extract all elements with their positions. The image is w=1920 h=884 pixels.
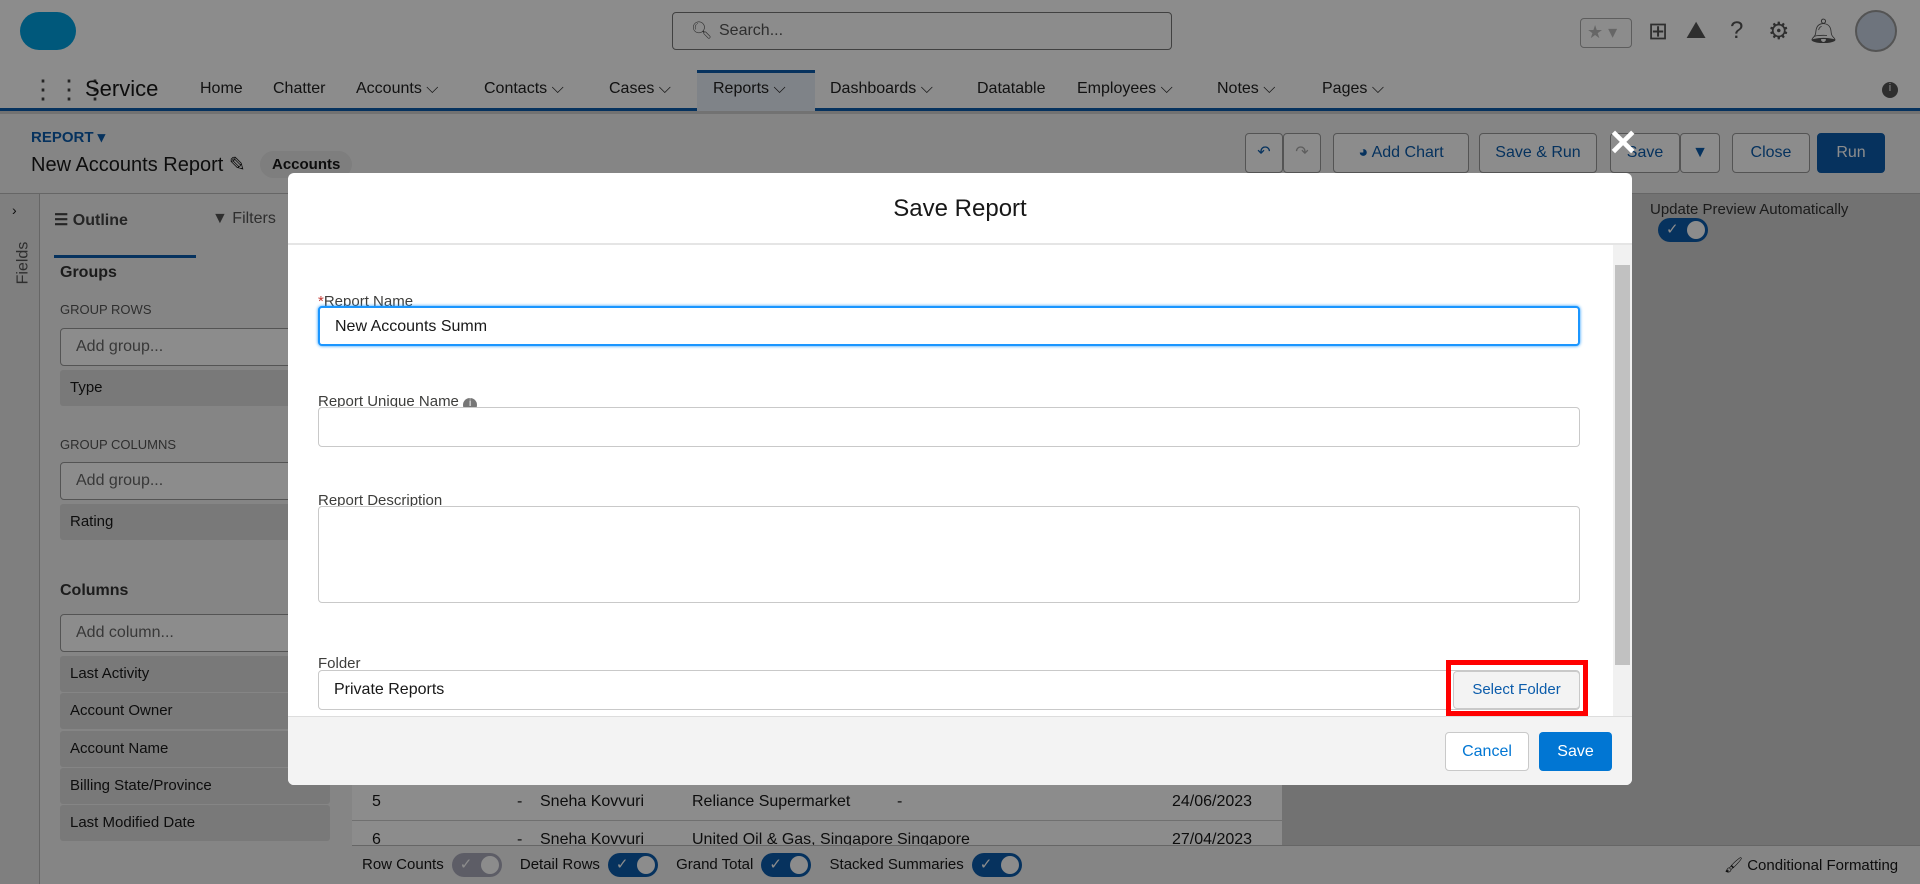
report-description-textarea[interactable]	[318, 506, 1580, 603]
modal-body: *Report Name New Accounts Summ Report Un…	[288, 245, 1632, 716]
modal-scrollbar[interactable]	[1613, 245, 1632, 716]
modal-title: Save Report	[288, 173, 1632, 245]
report-name-input[interactable]: New Accounts Summ	[318, 306, 1580, 346]
save-report-modal: Save Report *Report Name New Accounts Su…	[288, 173, 1632, 785]
report-unique-name-input[interactable]	[318, 407, 1580, 447]
modal-close-icon[interactable]: ✕	[1608, 122, 1638, 164]
select-folder-button[interactable]: Select Folder	[1453, 671, 1580, 709]
save-button[interactable]: Save	[1539, 732, 1612, 771]
cancel-button[interactable]: Cancel	[1445, 732, 1529, 771]
modal-footer: Cancel Save	[288, 716, 1632, 785]
folder-input: Private Reports	[318, 670, 1580, 710]
